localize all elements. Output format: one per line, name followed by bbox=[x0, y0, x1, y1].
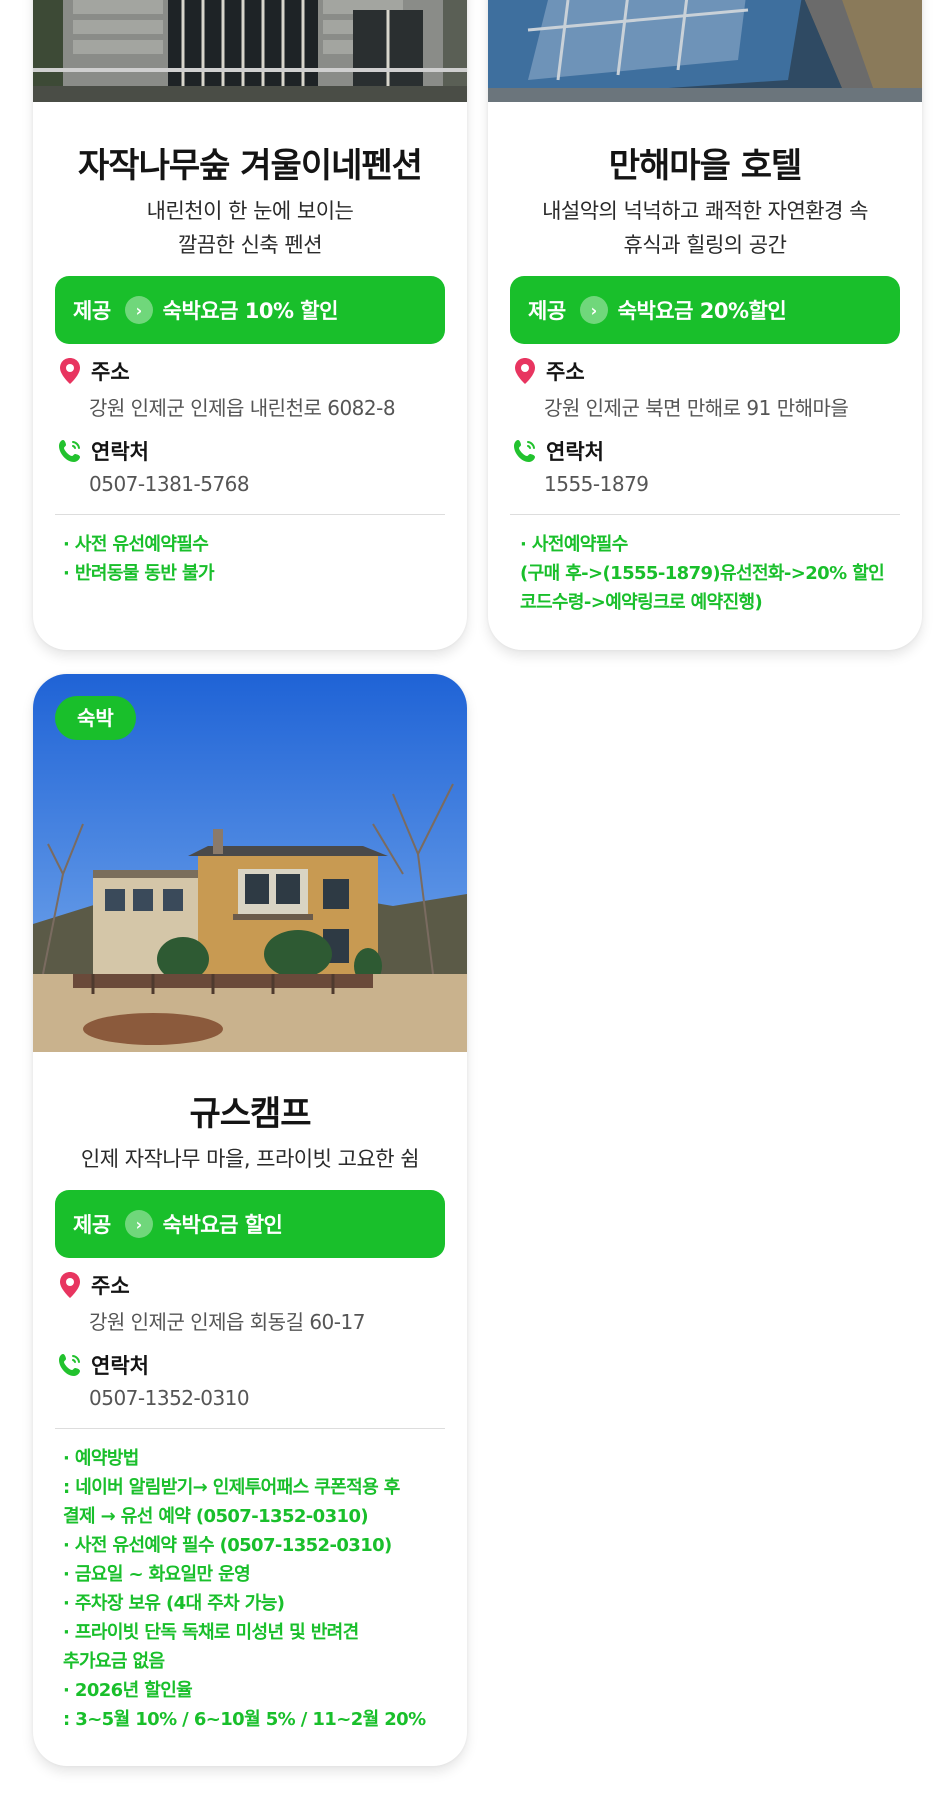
note-line: · 2026년 할인율 bbox=[63, 1680, 193, 1701]
address-value: 강원 인제군 인제읍 내린천로 6082-8 bbox=[89, 396, 396, 420]
phone-number[interactable]: 0507-1381-5768 bbox=[55, 472, 445, 496]
address-value: 강원 인제군 북면 만해로 91 만해마을 bbox=[544, 396, 849, 420]
contact-section: 연락처 0507-1381-5768 bbox=[55, 436, 445, 496]
accommodation-title: 만해마을 호텔 bbox=[608, 146, 803, 186]
notes-list: · 사전예약필수 (구매 후->(1555-1879)유선전화->20% 할인 … bbox=[520, 530, 914, 617]
note-line: · 반려동물 동반 불가 bbox=[63, 563, 215, 584]
contact-label: 연락처 bbox=[91, 440, 149, 464]
contact-section: 연락처 1555-1879 bbox=[510, 436, 900, 496]
note-line: 코드수령->예약링크로 예약진행) bbox=[520, 592, 763, 613]
benefit-banner[interactable]: 제공 › 숙박요금 20%할인 bbox=[510, 276, 900, 344]
note-line: · 사전 유선예약 필수 (0507-1352-0310) bbox=[63, 1535, 392, 1556]
pension-photo bbox=[33, 0, 467, 102]
chevron-right-icon: › bbox=[124, 296, 153, 324]
phone-icon bbox=[55, 1350, 85, 1380]
note-line: · 사전예약필수 bbox=[520, 534, 628, 555]
accommodation-card-pension[interactable]: 자작나무숲 겨울이네펜션 내린천이 한 눈에 보이는 깔끔한 신축 펜션 제공 … bbox=[33, 0, 467, 650]
address-label: 주소 bbox=[91, 360, 130, 384]
location-pin-icon bbox=[55, 1270, 85, 1300]
note-line: · 사전 유선예약필수 bbox=[63, 534, 209, 555]
accommodation-title: 규스캠프 bbox=[189, 1094, 311, 1134]
accommodation-card-hotel[interactable]: 만해마을 호텔 내설악의 넉넉하고 쾌적한 자연환경 속 휴식과 힐링의 공간 … bbox=[488, 0, 922, 650]
benefit-text: 숙박요금 20%할인 bbox=[617, 299, 787, 323]
note-line: · 예약방법 bbox=[63, 1448, 139, 1469]
description-line: 깔끔한 신축 펜션 bbox=[177, 233, 323, 257]
phone-number[interactable]: 0507-1352-0310 bbox=[55, 1386, 445, 1410]
description-line: 내린천이 한 눈에 보이는 bbox=[146, 199, 354, 223]
notes-list: · 사전 유선예약필수 · 반려동물 동반 불가 bbox=[63, 530, 457, 588]
accommodation-description: 내린천이 한 눈에 보이는 깔끔한 신축 펜션 bbox=[33, 194, 467, 262]
contact-section: 연락처 0507-1352-0310 bbox=[55, 1350, 445, 1410]
divider bbox=[55, 1428, 445, 1429]
benefit-text: 숙박요금 10% 할인 bbox=[162, 299, 339, 323]
contact-label: 연락처 bbox=[546, 440, 604, 464]
divider bbox=[510, 514, 900, 515]
note-line: 추가요금 없음 bbox=[63, 1651, 165, 1672]
notes-list: · 예약방법 : 네이버 알림받기→ 인제투어패스 쿠폰적용 후 결제 → 유선… bbox=[63, 1444, 457, 1734]
phone-number[interactable]: 1555-1879 bbox=[510, 472, 900, 496]
chevron-right-icon: › bbox=[579, 296, 608, 324]
benefit-banner[interactable]: 제공 › 숙박요금 할인 bbox=[55, 1190, 445, 1258]
phone-icon bbox=[510, 436, 540, 466]
address-section: 주소 강원 인제군 북면 만해로 91 만해마을 bbox=[510, 356, 900, 421]
accommodation-description: 인제 자작나무 마을, 프라이빗 고요한 쉼 bbox=[33, 1142, 467, 1176]
accommodation-card-camp[interactable]: 숙박 규스캠프 인제 자작나무 마을, 프라이빗 고요한 쉼 제공 › 숙박요금… bbox=[33, 674, 467, 1766]
benefit-banner[interactable]: 제공 › 숙박요금 10% 할인 bbox=[55, 276, 445, 344]
benefit-text: 숙박요금 할인 bbox=[162, 1213, 283, 1237]
note-line: · 프라이빗 단독 독채로 미성년 및 반려견 bbox=[63, 1622, 359, 1643]
accommodation-title: 자작나무숲 겨울이네펜션 bbox=[78, 146, 423, 186]
chevron-right-icon: › bbox=[124, 1210, 153, 1238]
address-section: 주소 강원 인제군 인제읍 회동길 60-17 bbox=[55, 1270, 445, 1335]
address-label: 주소 bbox=[91, 1274, 130, 1298]
category-tag: 숙박 bbox=[55, 696, 136, 740]
divider bbox=[55, 514, 445, 515]
address-value: 강원 인제군 인제읍 회동길 60-17 bbox=[89, 1310, 365, 1334]
contact-label: 연락처 bbox=[91, 1354, 149, 1378]
note-line: · 금요일 ~ 화요일만 운영 bbox=[63, 1564, 251, 1585]
note-line: · 주차장 보유 (4대 주차 가능) bbox=[63, 1593, 285, 1614]
note-line: (구매 후->(1555-1879)유선전화->20% 할인 bbox=[520, 563, 885, 584]
location-pin-icon bbox=[55, 356, 85, 386]
description-line: 휴식과 힐링의 공간 bbox=[623, 233, 787, 257]
accommodation-description: 내설악의 넉넉하고 쾌적한 자연환경 속 휴식과 힐링의 공간 bbox=[488, 194, 922, 262]
provide-label: 제공 bbox=[528, 299, 566, 323]
provide-label: 제공 bbox=[73, 299, 111, 323]
address-section: 주소 강원 인제군 인제읍 내린천로 6082-8 bbox=[55, 356, 445, 421]
address-label: 주소 bbox=[546, 360, 585, 384]
note-line: : 네이버 알림받기→ 인제투어패스 쿠폰적용 후 bbox=[63, 1477, 400, 1498]
note-line: 결제 → 유선 예약 (0507-1352-0310) bbox=[63, 1506, 369, 1527]
provide-label: 제공 bbox=[73, 1213, 111, 1237]
hotel-photo bbox=[488, 0, 922, 102]
description-line: 내설악의 넉넉하고 쾌적한 자연환경 속 bbox=[542, 199, 868, 223]
note-line: : 3~5월 10% / 6~10월 5% / 11~2월 20% bbox=[63, 1709, 426, 1730]
location-pin-icon bbox=[510, 356, 540, 386]
phone-icon bbox=[55, 436, 85, 466]
description-line: 인제 자작나무 마을, 프라이빗 고요한 쉼 bbox=[80, 1147, 420, 1171]
